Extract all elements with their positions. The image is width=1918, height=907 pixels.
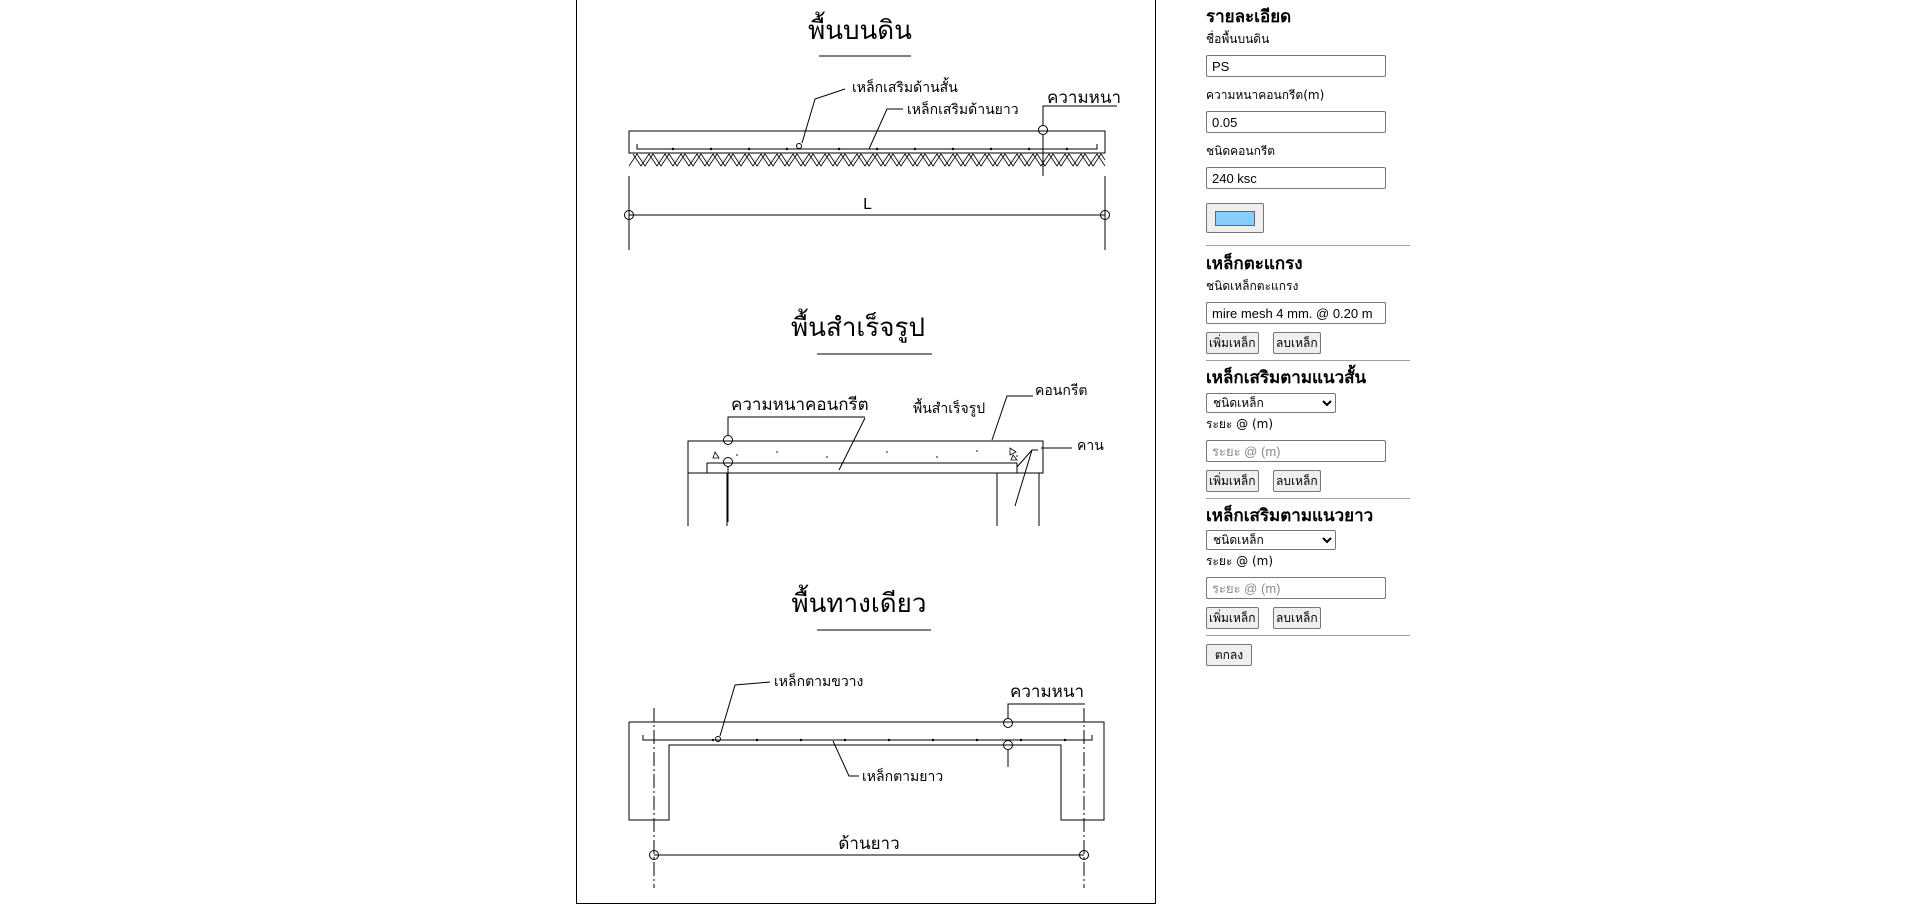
color-picker-button[interactable] — [1206, 203, 1264, 233]
short-rebar-label: เหล็กเสริมด้านสั้น — [852, 77, 958, 96]
transverse-rebar-label: เหล็กตามขวาง — [774, 672, 863, 690]
mesh-title: เหล็กตะแกรง — [1206, 254, 1303, 274]
precast-slab-title: พื้นสำเร็จรูป — [791, 308, 925, 343]
concrete-label: คอนกรีต — [1035, 383, 1087, 399]
long-rebar-type-select[interactable]: ชนิดเหล็ก — [1206, 530, 1336, 550]
precast-label: พื้นสำเร็จรูป — [913, 398, 985, 417]
color-swatch — [1215, 211, 1255, 226]
short-rebar-type-select[interactable]: ชนิดเหล็ก — [1206, 393, 1336, 413]
slab-name-label: ชื่อพื้นบนดิน — [1206, 32, 1270, 46]
slab-name-input[interactable] — [1206, 55, 1386, 77]
long-rebar-label: เหล็กเสริมด้านยาว — [907, 100, 1019, 118]
long-rebar-title: เหล็กเสริมตามแนวยาว — [1206, 506, 1374, 526]
concrete-type-label: ชนิดคอนกรีต — [1206, 144, 1276, 158]
slab-on-ground-title: พื้นบนดิน — [808, 11, 912, 46]
mesh-add-button[interactable]: เพิ่มเหล็ก — [1206, 332, 1259, 354]
short-rebar-spacing-input[interactable] — [1206, 440, 1386, 462]
one-way-slab-title: พื้นทางเดียว — [792, 584, 927, 619]
mesh-delete-button[interactable]: ลบเหล็ก — [1273, 332, 1321, 354]
details-title: รายละเอียด — [1206, 7, 1292, 27]
long-rebar-spacing-input[interactable] — [1206, 577, 1386, 599]
drawing-panel: พื้นบนดิน L เหล็กเสริมด้านสั้น เหล็กเสริ… — [576, 0, 1156, 904]
concrete-thickness-label: ความหนาคอนกรีต(m) — [1206, 88, 1325, 102]
separator — [1206, 245, 1410, 246]
separator — [1206, 360, 1410, 361]
precast-slab-diagram: พื้นสำเร็จรูป ความหนาคอนกรีต พื้นสำเร็จร… — [687, 308, 1104, 526]
slab-on-ground-thickness-label: ความหนา — [1047, 88, 1121, 108]
long-rebar-spacing-label: ระยะ @ (m) — [1206, 554, 1274, 568]
mesh-type-label: ชนิดเหล็กตะแกรง — [1206, 279, 1299, 293]
concrete-thickness-label: ความหนาคอนกรีต — [731, 395, 869, 415]
short-rebar-spacing-label: ระยะ @ (m) — [1206, 417, 1274, 431]
longitudinal-rebar-label: เหล็กตามยาว — [862, 767, 943, 785]
short-rebar-title: เหล็กเสริมตามแนวสั้น — [1206, 368, 1367, 388]
slab-diagrams: พื้นบนดิน L เหล็กเสริมด้านสั้น เหล็กเสริ… — [624, 11, 1121, 888]
slab-on-ground-diagram: พื้นบนดิน L เหล็กเสริมด้านสั้น เหล็กเสริ… — [624, 11, 1121, 250]
one-way-thickness-label: ความหนา — [1010, 682, 1084, 702]
separator — [1206, 498, 1410, 499]
short-rebar-delete-button[interactable]: ลบเหล็ก — [1273, 470, 1321, 492]
one-way-slab-diagram: พื้นทางเดียว เหล็กตามขวาง ความหนา เหล็กต… — [628, 584, 1105, 888]
long-rebar-add-button[interactable]: เพิ่มเหล็ก — [1206, 607, 1259, 629]
concrete-type-input[interactable] — [1206, 167, 1386, 189]
short-rebar-add-button[interactable]: เพิ่มเหล็ก — [1206, 470, 1259, 492]
separator — [1206, 635, 1410, 636]
slab-on-ground-length-label: L — [863, 195, 872, 213]
ok-button[interactable]: ตกลง — [1206, 644, 1252, 666]
beam-label: คาน — [1077, 438, 1104, 454]
mesh-type-input[interactable] — [1206, 302, 1386, 324]
concrete-thickness-input[interactable] — [1206, 111, 1386, 133]
long-side-label: ด้านยาว — [838, 834, 899, 854]
long-rebar-delete-button[interactable]: ลบเหล็ก — [1273, 607, 1321, 629]
